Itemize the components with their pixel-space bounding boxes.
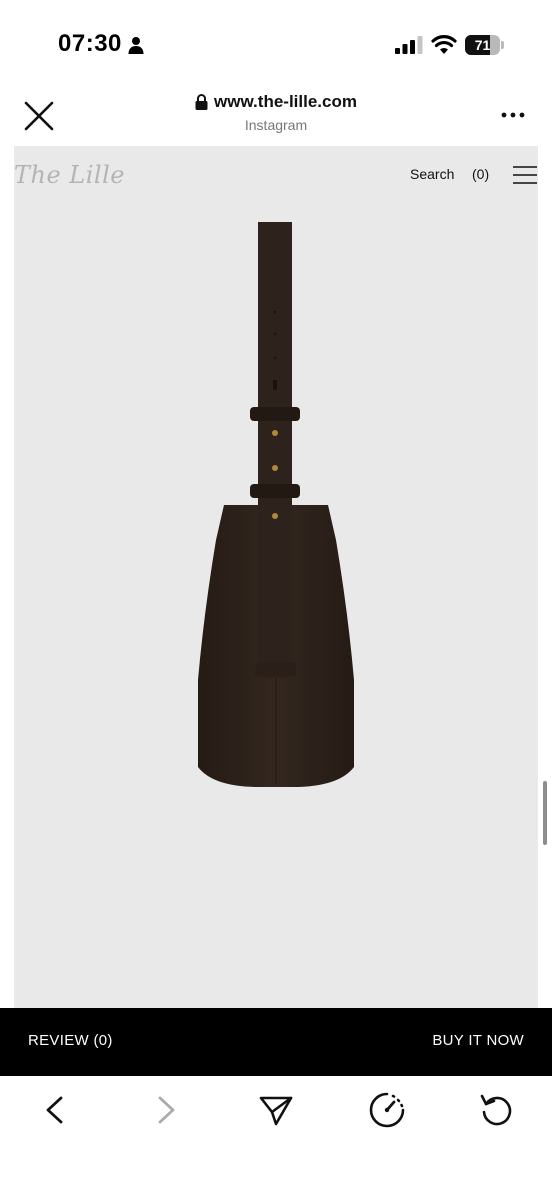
product-image[interactable] <box>188 222 364 788</box>
review-button[interactable]: REVIEW (0) <box>28 1032 113 1049</box>
source-label: Instagram <box>244 117 308 133</box>
scroll-indicator[interactable] <box>543 781 547 845</box>
site-search-link[interactable]: Search <box>410 166 454 182</box>
battery-label: 71 <box>474 37 491 53</box>
buy-it-now-button[interactable]: BUY IT NOW <box>432 1032 524 1049</box>
webview: The Lille Search (0) <box>14 146 538 1008</box>
lock-icon <box>195 94 208 110</box>
back-icon[interactable] <box>35 1090 75 1130</box>
reload-icon[interactable] <box>477 1090 517 1130</box>
speed-icon[interactable] <box>367 1090 407 1130</box>
person-icon <box>128 37 144 54</box>
site-logo[interactable]: The Lille <box>14 161 125 189</box>
action-bar: REVIEW (0) BUY IT NOW <box>0 1008 552 1076</box>
address-bar[interactable]: www.the-lille.com <box>0 92 552 115</box>
hamburger-menu-icon[interactable] <box>512 164 538 186</box>
url-text: www.the-lille.com <box>214 92 357 111</box>
more-icon[interactable] <box>498 104 528 126</box>
share-icon[interactable] <box>256 1090 296 1130</box>
browser-toolbar <box>0 1076 552 1200</box>
wifi-icon <box>431 35 457 54</box>
battery-icon: 71 <box>465 35 505 55</box>
browser-header: www.the-lille.com Instagram <box>0 86 552 146</box>
status-time: 07:30 <box>58 30 122 57</box>
status-bar: 07:30 71 <box>0 0 552 86</box>
site-cart-link[interactable]: (0) <box>472 166 489 182</box>
signal-icon <box>395 36 423 54</box>
forward-icon[interactable] <box>146 1090 186 1130</box>
